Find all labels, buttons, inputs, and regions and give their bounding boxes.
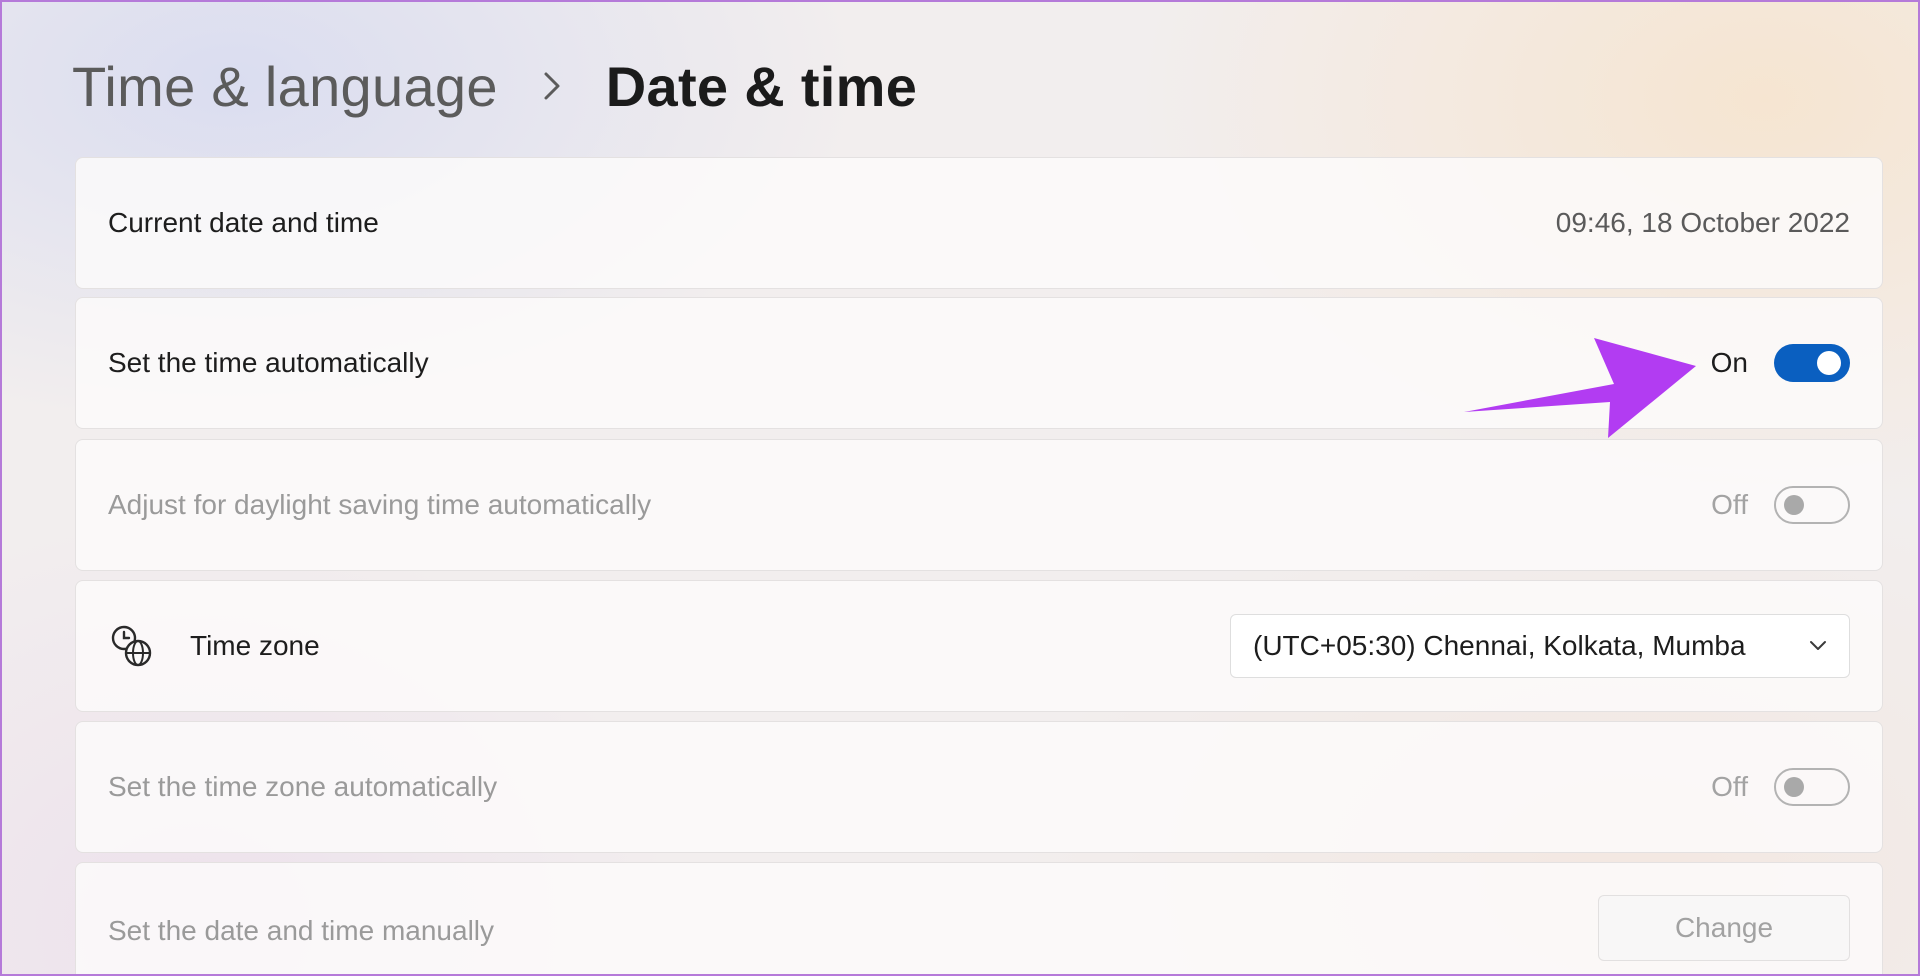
daylight-saving-state: Off xyxy=(1711,489,1748,520)
annotation-arrow-icon xyxy=(1464,338,1696,438)
change-button[interactable]: Change xyxy=(1598,895,1850,961)
breadcrumb-parent-link[interactable]: Time & language xyxy=(72,54,498,119)
current-date-time-value: 09:46, 18 October 2022 xyxy=(1555,207,1850,238)
toggle-knob xyxy=(1817,351,1841,375)
page-title: Date & time xyxy=(605,54,918,118)
settings-window: Time & language Date & time Current date… xyxy=(0,0,1920,976)
daylight-saving-toggle[interactable] xyxy=(1774,486,1850,524)
time-zone-automatically-label: Set the time zone automatically xyxy=(108,771,498,802)
time-zone-selected-value: (UTC+05:30) Chennai, Kolkata, Mumba xyxy=(1253,630,1746,661)
breadcrumb: Time & language Date & time xyxy=(72,46,917,126)
time-zone-label: Time zone xyxy=(190,630,320,661)
time-zone-card: Time zone (UTC+05:30) Chennai, Kolkata, … xyxy=(75,580,1883,712)
toggle-knob xyxy=(1784,777,1804,797)
time-zone-automatically-toggle[interactable] xyxy=(1774,768,1850,806)
daylight-saving-card: Adjust for daylight saving time automati… xyxy=(75,439,1883,571)
time-zone-dropdown[interactable]: (UTC+05:30) Chennai, Kolkata, Mumba xyxy=(1230,614,1850,678)
set-date-time-manually-label: Set the date and time manually xyxy=(108,915,495,946)
clock-globe-icon xyxy=(108,623,154,669)
set-time-automatically-state: On xyxy=(1710,347,1748,378)
time-zone-automatically-card: Set the time zone automatically Off xyxy=(75,721,1883,853)
set-time-automatically-toggle[interactable] xyxy=(1774,344,1850,382)
current-date-time-label: Current date and time xyxy=(108,207,379,238)
current-date-time-card: Current date and time 09:46, 18 October … xyxy=(75,157,1883,289)
chevron-down-icon xyxy=(1805,633,1831,659)
time-zone-automatically-state: Off xyxy=(1711,771,1748,802)
daylight-saving-label: Adjust for daylight saving time automati… xyxy=(108,489,652,520)
chevron-right-icon xyxy=(522,56,582,116)
set-date-time-manually-card: Set the date and time manually Change xyxy=(75,862,1883,974)
toggle-knob xyxy=(1784,495,1804,515)
